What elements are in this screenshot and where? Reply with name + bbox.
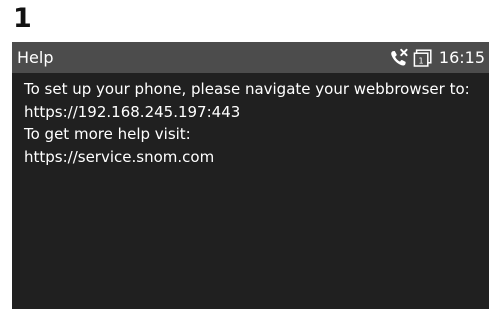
help-text: To set up your phone, please navigate yo…	[24, 78, 484, 168]
instruction-text: To set up your phone, please navigate yo…	[24, 80, 470, 98]
message-counter-icon: 1	[413, 48, 433, 68]
setup-url: https://192.168.245.197:443	[24, 102, 241, 121]
phone-display: Help 1 16:15 To set up your phone, pleas…	[12, 42, 489, 309]
title-bar: Help 1 16:15	[12, 42, 489, 73]
step-number: 1	[13, 3, 32, 34]
missed-call-icon	[389, 48, 409, 68]
clock: 16:15	[438, 48, 485, 67]
screen-title: Help	[17, 48, 54, 67]
message-count: 1	[418, 56, 423, 65]
status-area: 1 16:15	[389, 42, 485, 73]
help-url: https://service.snom.com	[24, 147, 215, 166]
help-text-line: To get more help visit:	[24, 125, 191, 143]
